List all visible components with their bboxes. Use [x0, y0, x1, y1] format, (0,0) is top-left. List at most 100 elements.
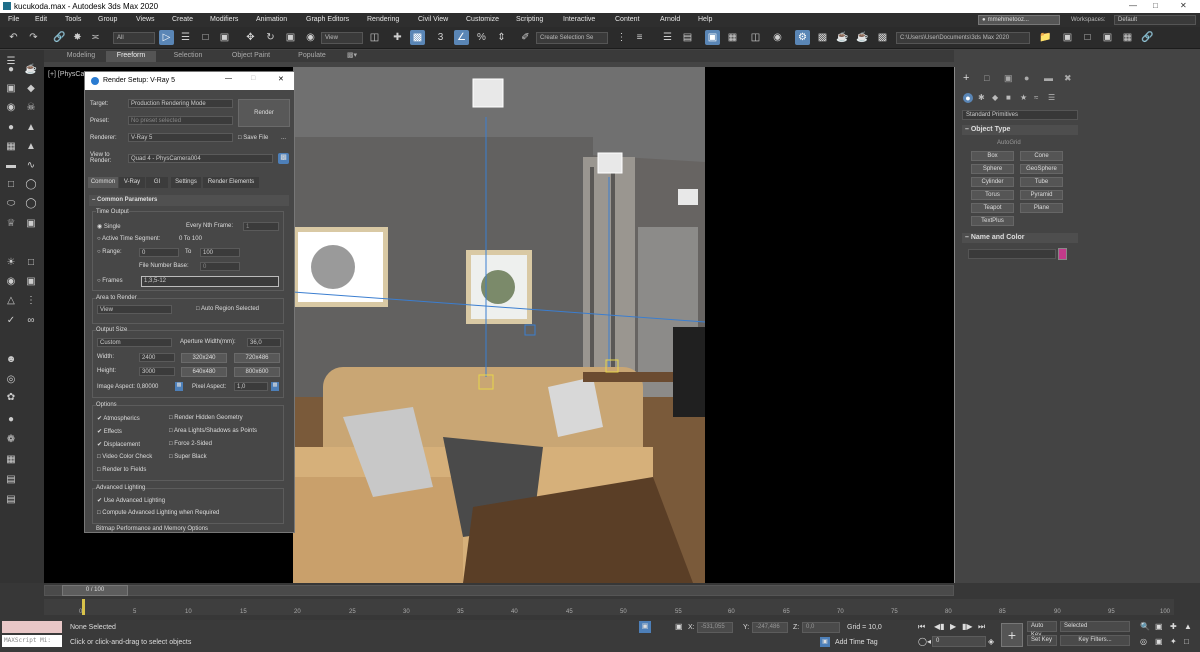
undo-icon[interactable]: ↶: [6, 30, 21, 45]
preset-720x486-button[interactable]: 720x486: [234, 353, 280, 363]
menu-animation[interactable]: Animation: [256, 16, 287, 23]
menu-create[interactable]: Create: [172, 16, 193, 23]
scene-explorer-icon[interactable]: ▤: [680, 30, 695, 45]
project-folder-icon[interactable]: 📁: [1038, 30, 1053, 45]
layer-explorer-icon[interactable]: ☰: [660, 30, 675, 45]
primitive-category-select[interactable]: Standard Primitives: [962, 110, 1078, 120]
utilities-tab-icon[interactable]: ✖: [1064, 73, 1072, 84]
bulb-icon[interactable]: ☠: [24, 100, 38, 114]
leaf-icon[interactable]: ✿: [4, 390, 18, 404]
light-icon[interactable]: ◆: [24, 81, 38, 95]
auto-region-checkbox[interactable]: □ Auto Region Selected: [196, 306, 259, 312]
render-button[interactable]: Render: [238, 99, 290, 127]
go-to-start-icon[interactable]: ⏮: [918, 622, 925, 632]
palette-icon[interactable]: ❁: [4, 432, 18, 446]
z-coordinate-field[interactable]: 0,0: [802, 622, 840, 633]
ball-icon[interactable]: ●: [4, 412, 18, 426]
time-tag-icon[interactable]: ▣: [820, 637, 830, 647]
workspaces-select[interactable]: Default: [1114, 15, 1196, 25]
time-slider-thumb[interactable]: 0 / 100: [62, 585, 128, 596]
tab-vray[interactable]: V-Ray: [119, 177, 145, 188]
renderer-select[interactable]: V-Ray 5: [128, 133, 233, 142]
menu-content[interactable]: Content: [615, 16, 640, 23]
cube-icon[interactable]: ▣: [4, 81, 18, 95]
cone-button[interactable]: Cone: [1020, 151, 1063, 161]
spline-icon[interactable]: ∿: [24, 158, 38, 172]
display-tab-icon[interactable]: ▬: [1044, 73, 1053, 83]
material-editor-icon[interactable]: ◉: [770, 30, 785, 45]
ribbon-options-icon[interactable]: ▩▾: [344, 51, 360, 62]
tab-populate[interactable]: Populate: [287, 51, 337, 62]
systems-icon[interactable]: ☰: [1048, 93, 1055, 102]
autogrid-checkbox[interactable]: AutoGrid: [997, 140, 1021, 146]
render-production-icon[interactable]: ☕: [835, 30, 850, 45]
modify-tab-icon[interactable]: □: [984, 73, 989, 83]
set-project-icon[interactable]: □: [1080, 30, 1095, 45]
output-size-select[interactable]: Custom: [97, 338, 172, 347]
save-file-checkbox[interactable]: □ Save File: [238, 135, 268, 141]
key-filters-button[interactable]: Key Filters...: [1060, 635, 1130, 646]
pink-listener-field[interactable]: [2, 621, 62, 633]
lock-icon[interactable]: ▩: [278, 153, 289, 164]
snap-toggle-icon[interactable]: 3: [433, 30, 448, 45]
select-by-name-icon[interactable]: ☰: [178, 30, 193, 45]
pixel-aspect-lock-icon[interactable]: ▩: [271, 382, 279, 391]
link-icon[interactable]: 🔗: [52, 30, 67, 45]
maxscript-listener[interactable]: MAXScript Mi:: [2, 635, 62, 647]
rendered-frame-icon[interactable]: ▩: [815, 30, 830, 45]
account-button[interactable]: ● mmehmetooz...: [978, 15, 1060, 25]
set-key-button[interactable]: Set Key: [1027, 635, 1057, 646]
current-frame-field[interactable]: 0: [932, 636, 986, 647]
menu-help[interactable]: Help: [698, 16, 712, 23]
object-type-rollout[interactable]: – Object Type: [962, 125, 1078, 135]
scale-icon[interactable]: ▣: [283, 30, 298, 45]
preset-800x600-button[interactable]: 800x600: [234, 367, 280, 377]
common-params-rollout[interactable]: – Common Parameters: [89, 195, 289, 206]
ring-icon[interactable]: ◯: [24, 177, 38, 191]
camera-icon[interactable]: ◉: [4, 100, 18, 114]
teapot-icon[interactable]: ☕: [24, 62, 38, 76]
menu-edit[interactable]: Edit: [35, 16, 47, 23]
dolly-icon[interactable]: ▣: [1155, 637, 1163, 646]
create-icon[interactable]: ●: [4, 62, 18, 76]
link-project-icon[interactable]: 🔗: [1140, 30, 1155, 45]
preset-select[interactable]: No preset selected: [128, 116, 233, 125]
keyboard-shortcut-icon[interactable]: ▩: [410, 30, 425, 45]
menu-file[interactable]: File: [8, 16, 19, 23]
auto-key-button[interactable]: Auto Key: [1027, 621, 1057, 638]
tab-object-paint[interactable]: Object Paint: [220, 51, 282, 62]
motion-tab-icon[interactable]: ●: [1024, 73, 1029, 83]
viewport-layout-icon[interactable]: ▦: [1120, 30, 1135, 45]
zoom-all-icon[interactable]: ▣: [1155, 622, 1163, 631]
dialog-minimize-icon[interactable]: —: [225, 75, 232, 82]
pan-icon[interactable]: ✚: [1170, 622, 1177, 631]
dots-icon[interactable]: ⋮: [24, 293, 38, 307]
compute-adv-lighting-checkbox[interactable]: □ Compute Advanced Lighting when Require…: [97, 510, 219, 516]
geosphere-button[interactable]: GeoSphere: [1020, 164, 1063, 174]
tree-icon[interactable]: ▲: [24, 139, 38, 153]
disc-icon[interactable]: ◉: [4, 274, 18, 288]
menu-group[interactable]: Group: [98, 16, 117, 23]
plane-button[interactable]: Plane: [1020, 203, 1063, 213]
hierarchy-tab-icon[interactable]: ▣: [1004, 73, 1013, 84]
mirror-icon[interactable]: ⋮: [614, 30, 629, 45]
menu-customize[interactable]: Customize: [466, 16, 499, 23]
align-icon[interactable]: ≡: [632, 30, 647, 45]
placement-icon[interactable]: ◉: [303, 30, 318, 45]
tab-render-elements[interactable]: Render Elements: [203, 177, 259, 188]
menu-tools[interactable]: Tools: [65, 16, 81, 23]
range-to-input[interactable]: 100: [200, 248, 240, 257]
target-select[interactable]: Production Rendering Mode: [128, 99, 233, 108]
layers-icon[interactable]: ▤: [4, 492, 18, 506]
maximize-icon[interactable]: □: [1153, 1, 1158, 10]
teapot-button[interactable]: Teapot: [971, 203, 1014, 213]
pivot-icon[interactable]: ◫: [367, 30, 382, 45]
tag-icon[interactable]: △: [4, 293, 18, 307]
viewport-right-black[interactable]: [705, 67, 955, 583]
tab-selection[interactable]: Selection: [160, 51, 216, 62]
frames-input[interactable]: 1,3,5-12: [141, 276, 279, 287]
unlink-icon[interactable]: ✸: [70, 30, 85, 45]
view-to-render-select[interactable]: Quad 4 - PhysCamera004: [128, 154, 273, 163]
zoom-icon[interactable]: 🔍: [1140, 622, 1150, 631]
time-config-icon[interactable]: ◈: [988, 637, 994, 646]
